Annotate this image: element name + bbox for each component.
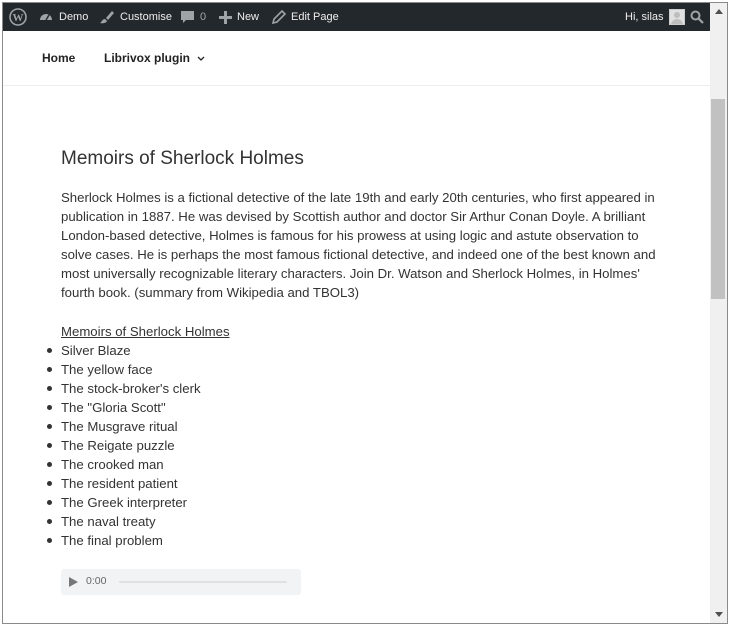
comments-count: 0 [200, 11, 207, 23]
new-content-button[interactable]: New [219, 3, 259, 31]
svg-text:W: W [13, 12, 24, 24]
comment-icon [181, 10, 194, 23]
list-item: The stock-broker's clerk [47, 381, 201, 396]
progress-track[interactable] [119, 581, 287, 583]
wordpress-icon: W [9, 8, 27, 26]
wordpress-logo-button[interactable]: W [9, 3, 27, 31]
list-item: The Greek interpreter [47, 493, 201, 512]
scroll-down-button[interactable] [710, 606, 727, 623]
avatar [668, 9, 685, 25]
edit-page-label: Edit Page [291, 11, 339, 23]
pencil-icon [272, 10, 286, 24]
site-name-button[interactable]: Demo [38, 3, 88, 31]
vertical-scrollbar[interactable] [710, 3, 727, 623]
new-label: New [237, 11, 260, 23]
main-navigation: Home Librivox plugin [3, 31, 711, 86]
admin-bar: W Demo Customise 0 New Edit Page Hi, sil… [3, 3, 711, 31]
search-icon [690, 10, 704, 24]
list-item: The yellow face [47, 360, 201, 379]
greeting-label: Hi, silas [625, 11, 664, 23]
plus-icon [219, 10, 232, 24]
edit-page-button[interactable]: Edit Page [272, 3, 339, 31]
scroll-up-button[interactable] [710, 3, 727, 20]
list-item: The Reigate puzzle [47, 436, 201, 455]
chevron-down-icon [197, 56, 205, 61]
book-summary: Sherlock Holmes is a fictional detective… [61, 190, 656, 300]
list-item: The "Gloria Scott" [47, 398, 201, 417]
scroll-thumb[interactable] [711, 99, 725, 299]
browser-viewport: W Demo Customise 0 New Edit Page Hi, sil… [2, 2, 728, 624]
list-item: Silver Blaze [47, 341, 201, 360]
customise-button[interactable]: Customise [99, 3, 172, 31]
chapter-list: Silver Blaze The yellow face The stock-b… [47, 341, 201, 550]
page-title: Memoirs of Sherlock Holmes [61, 148, 304, 169]
comments-button[interactable]: 0 [180, 3, 206, 31]
nav-home[interactable]: Home [42, 51, 75, 65]
search-button[interactable] [690, 3, 704, 31]
customise-label: Customise [120, 11, 172, 23]
dashboard-icon [40, 14, 52, 21]
audio-player: 0:00 [61, 569, 301, 595]
list-item: The naval treaty [47, 512, 201, 531]
play-icon[interactable] [69, 577, 78, 587]
book-link[interactable]: Memoirs of Sherlock Holmes [61, 322, 230, 341]
nav-librivox-label: Librivox plugin [104, 51, 190, 65]
list-item: The Musgrave ritual [47, 417, 201, 436]
list-item: The crooked man [47, 455, 201, 474]
player-time: 0:00 [86, 575, 107, 587]
list-item: The final problem [47, 531, 201, 550]
my-account-button[interactable]: Hi, silas [625, 3, 685, 31]
arrow-up-icon [714, 9, 723, 14]
paintbrush-icon [100, 11, 114, 24]
list-item: The resident patient [47, 474, 201, 493]
nav-librivox-plugin[interactable]: Librivox plugin [104, 51, 205, 65]
arrow-down-icon [714, 612, 723, 617]
site-name-label: Demo [59, 11, 89, 23]
